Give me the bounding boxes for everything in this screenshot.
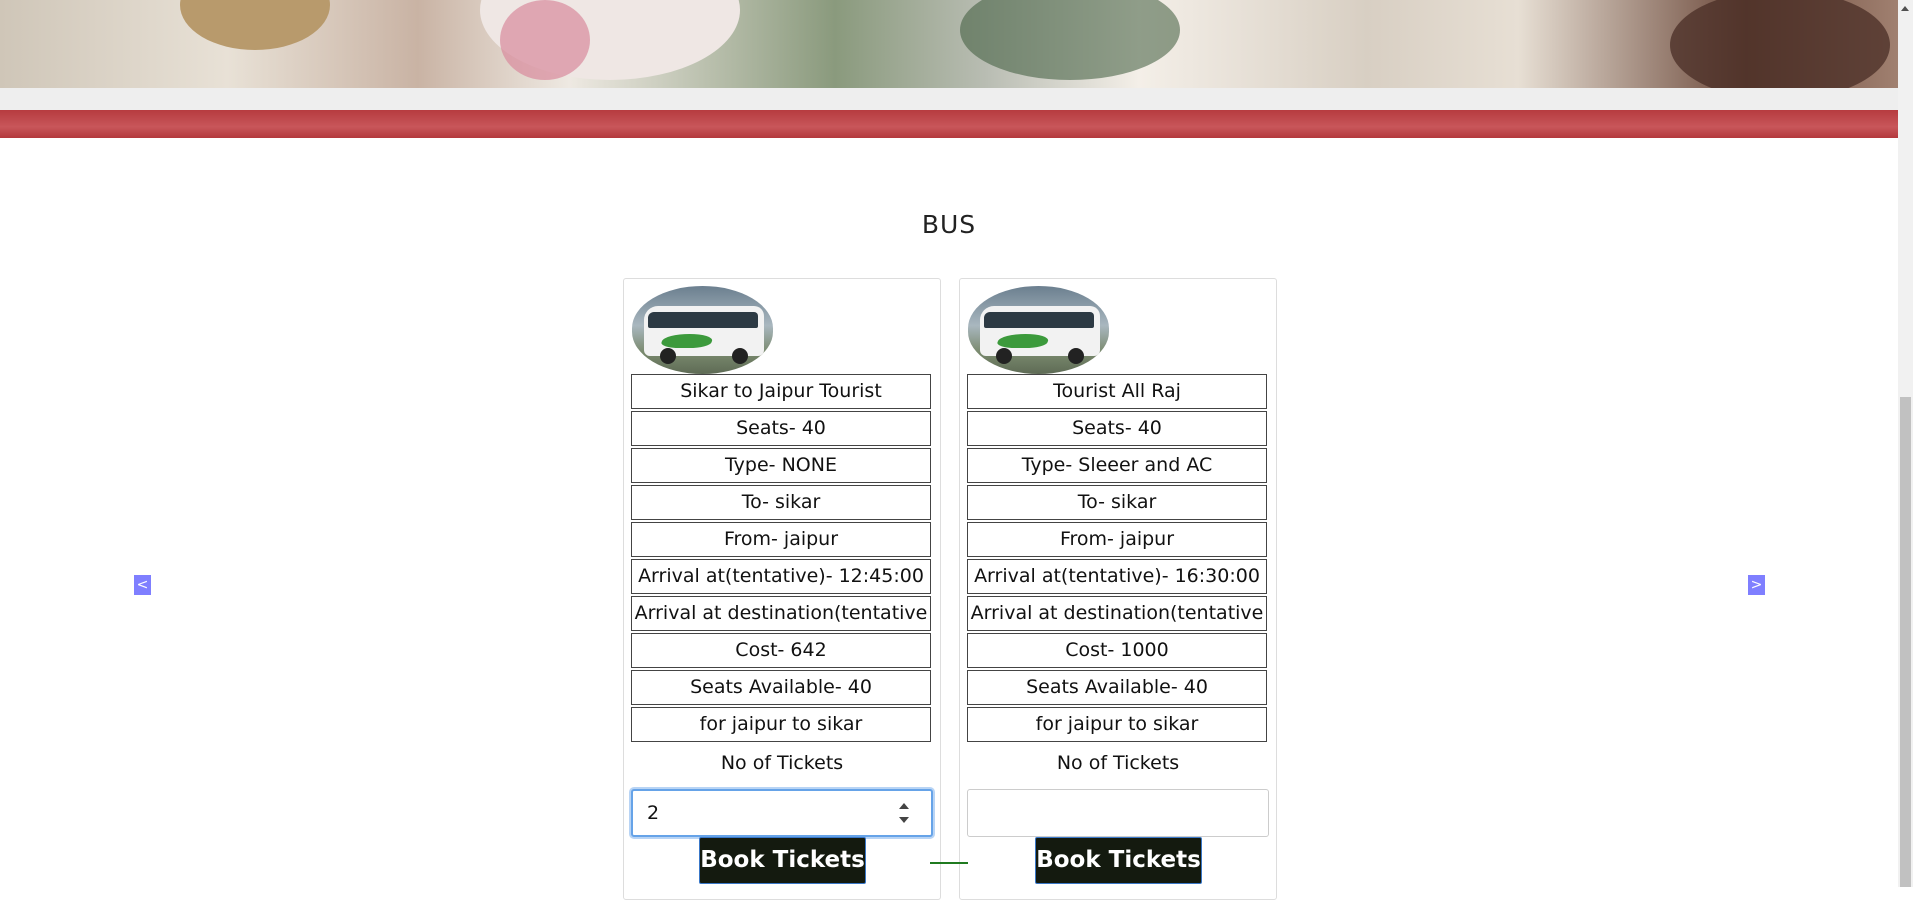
bus-seats-available: Seats Available- 40	[631, 670, 931, 705]
quantity-stepper[interactable]	[897, 801, 911, 827]
bus-card: Tourist All Raj Seats- 40 Type- Sleeer a…	[959, 278, 1277, 900]
header-divider-band	[0, 110, 1898, 138]
bus-cost: Cost- 1000	[967, 633, 1267, 668]
bus-seats-available: Seats Available- 40	[967, 670, 1267, 705]
bus-type: Type- NONE	[631, 448, 931, 483]
decorative-divider	[930, 862, 968, 864]
tickets-quantity-input[interactable]	[967, 789, 1269, 837]
tickets-label: No of Tickets	[1056, 752, 1180, 774]
book-tickets-button[interactable]: Book Tickets	[699, 837, 866, 884]
stepper-down-icon[interactable]	[899, 817, 909, 823]
carousel-next-button[interactable]: >	[1748, 575, 1765, 595]
bus-arrival-destination: Arrival at destination(tentative	[631, 596, 931, 631]
tickets-quantity-input[interactable]	[631, 789, 933, 837]
bus-image	[632, 286, 773, 374]
bus-name: Tourist All Raj	[967, 374, 1267, 409]
bus-arrival: Arrival at(tentative)- 16:30:00	[967, 559, 1267, 594]
bus-seats: Seats- 40	[631, 411, 931, 446]
bus-arrival-destination: Arrival at destination(tentative	[967, 596, 1267, 631]
bus-from: From- jaipur	[967, 522, 1267, 557]
carousel-prev-button[interactable]: <	[134, 575, 151, 595]
page-scrollbar[interactable]	[1898, 0, 1913, 887]
hero-bottom-strip	[0, 88, 1898, 110]
stepper-up-icon[interactable]	[899, 803, 909, 809]
section-title: BUS	[921, 210, 977, 239]
scrollbar-thumb[interactable]	[1900, 397, 1911, 887]
bus-cost: Cost- 642	[631, 633, 931, 668]
bus-image	[968, 286, 1109, 374]
bus-name: Sikar to Jaipur Tourist	[631, 374, 931, 409]
scroll-up-arrow-icon[interactable]	[1901, 6, 1909, 11]
bus-to: To- sikar	[631, 485, 931, 520]
book-tickets-button[interactable]: Book Tickets	[1035, 837, 1202, 884]
hero-banner-image	[0, 0, 1898, 88]
bus-route: for jaipur to sikar	[631, 707, 931, 742]
bus-from: From- jaipur	[631, 522, 931, 557]
tickets-label: No of Tickets	[720, 752, 844, 774]
bus-seats: Seats- 40	[967, 411, 1267, 446]
bus-arrival: Arrival at(tentative)- 12:45:00	[631, 559, 931, 594]
chevron-right-icon: >	[1750, 577, 1763, 593]
bus-card: Sikar to Jaipur Tourist Seats- 40 Type- …	[623, 278, 941, 900]
chevron-left-icon: <	[136, 577, 149, 593]
bus-type: Type- Sleeer and AC	[967, 448, 1267, 483]
bus-to: To- sikar	[967, 485, 1267, 520]
bus-route: for jaipur to sikar	[967, 707, 1267, 742]
